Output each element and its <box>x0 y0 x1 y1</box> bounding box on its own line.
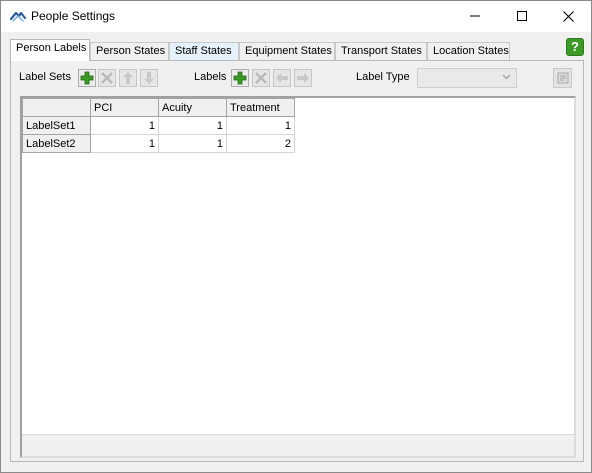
add-label-button[interactable] <box>231 69 249 87</box>
delete-x-icon <box>101 72 113 84</box>
move-label-set-down-button[interactable] <box>140 69 158 87</box>
move-label-right-button[interactable] <box>294 69 312 87</box>
grid-footer <box>22 434 574 456</box>
arrow-left-icon <box>276 73 288 83</box>
column-header-acuity[interactable]: Acuity <box>158 98 227 117</box>
maximize-icon <box>517 11 527 21</box>
title-bar: People Settings <box>1 1 591 32</box>
tab-person-labels[interactable]: Person Labels <box>10 39 90 61</box>
help-button[interactable]: ? <box>566 38 584 56</box>
add-label-set-button[interactable] <box>78 69 96 87</box>
remove-label-button[interactable] <box>252 69 270 87</box>
document-list-icon <box>557 72 568 84</box>
label-type-select[interactable] <box>417 68 517 88</box>
grid-cell[interactable]: 1 <box>90 134 159 153</box>
move-label-left-button[interactable] <box>273 69 291 87</box>
close-button[interactable] <box>545 1 591 31</box>
grid-corner-cell[interactable] <box>22 98 91 117</box>
labels-table: PCI Acuity Treatment LabelSet1 1 1 1 Lab… <box>22 98 295 153</box>
table-row: LabelSet1 1 1 1 <box>22 116 295 135</box>
tab-staff-states[interactable]: Staff States <box>169 42 239 60</box>
header-row: PCI Acuity Treatment <box>22 98 295 117</box>
tab-person-states[interactable]: Person States <box>90 42 169 60</box>
grid-cell[interactable]: 1 <box>90 116 159 135</box>
chevron-down-icon <box>502 74 511 80</box>
app-logo-icon <box>10 11 26 22</box>
plus-icon <box>233 71 247 85</box>
tab-location-states[interactable]: Location States <box>427 42 510 60</box>
label-type-options-button[interactable] <box>553 68 572 88</box>
minimize-icon <box>470 15 480 17</box>
arrow-right-icon <box>297 73 309 83</box>
remove-label-set-button[interactable] <box>98 69 116 87</box>
labels-grid[interactable]: PCI Acuity Treatment LabelSet1 1 1 1 Lab… <box>20 96 576 458</box>
window-title: People Settings <box>31 9 116 23</box>
tab-transport-states[interactable]: Transport States <box>335 42 427 60</box>
move-label-set-up-button[interactable] <box>119 69 137 87</box>
arrow-up-icon <box>123 72 133 84</box>
tab-equipment-states[interactable]: Equipment States <box>239 42 335 60</box>
row-header-labelset2[interactable]: LabelSet2 <box>22 134 91 153</box>
column-header-treatment[interactable]: Treatment <box>226 98 295 117</box>
plus-icon <box>80 71 94 85</box>
row-header-labelset1[interactable]: LabelSet1 <box>22 116 91 135</box>
label-type-label: Label Type <box>356 71 410 83</box>
grid-cell[interactable]: 2 <box>226 134 295 153</box>
arrow-down-icon <box>144 72 154 84</box>
grid-cell[interactable]: 1 <box>226 116 295 135</box>
close-icon <box>562 10 574 22</box>
grid-cell[interactable]: 1 <box>158 134 227 153</box>
minimize-button[interactable] <box>452 1 498 31</box>
labels-label: Labels <box>194 71 227 83</box>
maximize-button[interactable] <box>499 1 545 31</box>
people-settings-window: People Settings Person Labels Person Sta… <box>0 0 592 473</box>
delete-x-icon <box>255 72 267 84</box>
column-header-pci[interactable]: PCI <box>90 98 159 117</box>
table-row: LabelSet2 1 1 2 <box>22 134 295 153</box>
grid-cell[interactable]: 1 <box>158 116 227 135</box>
label-sets-label: Label Sets <box>19 71 71 83</box>
